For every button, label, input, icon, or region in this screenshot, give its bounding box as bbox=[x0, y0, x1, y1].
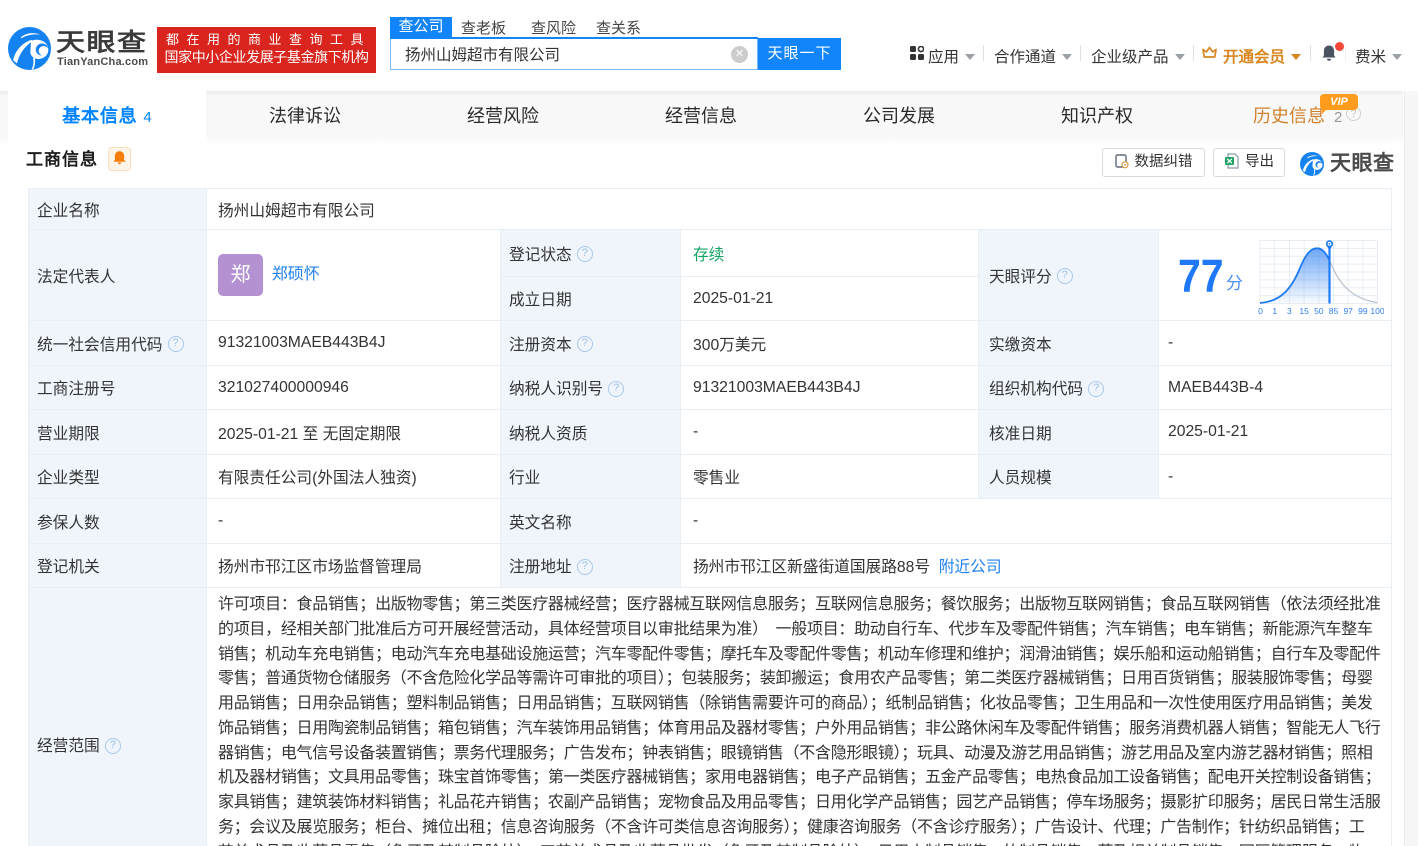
svg-text:50: 50 bbox=[1314, 306, 1324, 316]
svg-text:0: 0 bbox=[1258, 306, 1263, 316]
svg-text:97: 97 bbox=[1343, 306, 1353, 316]
svg-text:3: 3 bbox=[1287, 306, 1292, 316]
svg-text:100: 100 bbox=[1370, 306, 1384, 316]
svg-text:1: 1 bbox=[1272, 306, 1277, 316]
svg-text:99: 99 bbox=[1358, 306, 1368, 316]
svg-text:85: 85 bbox=[1329, 306, 1339, 316]
svg-text:15: 15 bbox=[1299, 306, 1309, 316]
